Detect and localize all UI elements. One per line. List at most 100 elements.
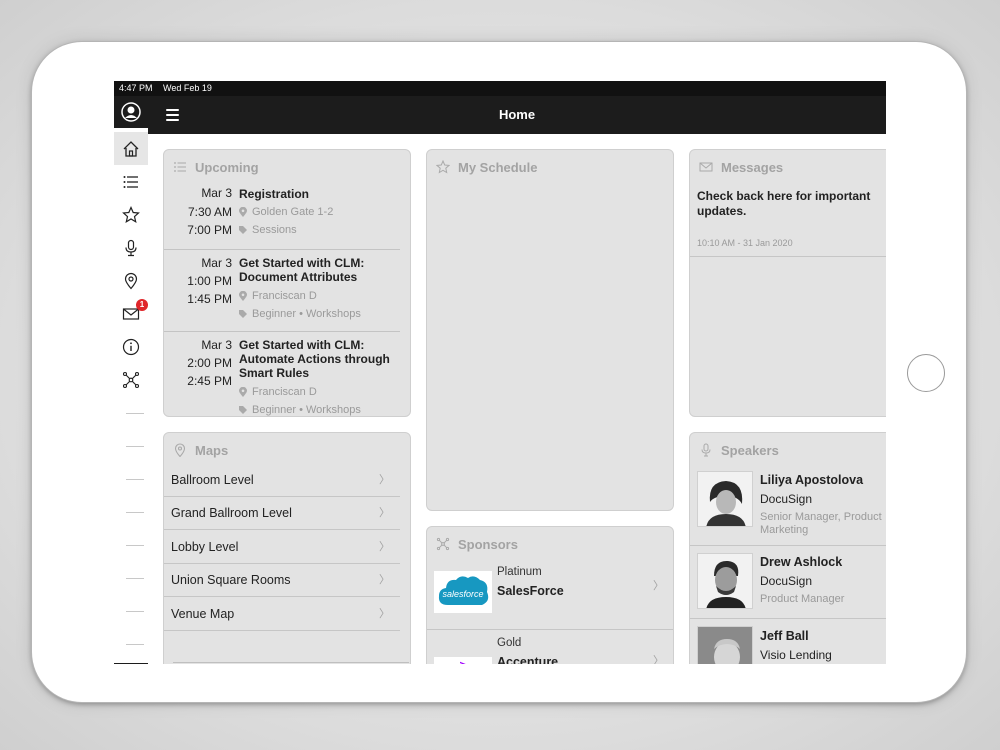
page-title: Home (498, 107, 536, 122)
rail-messages[interactable]: 1 (114, 297, 148, 330)
tag-icon (239, 226, 247, 234)
microphone-icon (701, 443, 711, 457)
upcoming-item[interactable]: Mar 3 2:00 PM 2:45 PM Get Started with C… (164, 332, 400, 416)
session-location: Franciscan D (239, 290, 317, 302)
speaker-org: DocuSign (760, 574, 813, 588)
maps-header: Maps (173, 441, 228, 459)
user-icon (121, 102, 141, 122)
location-pin-icon (239, 387, 247, 397)
status-date: Wed Feb 19 (163, 83, 212, 93)
session-end: 7:00 PM (187, 223, 232, 237)
logout-button[interactable] (114, 663, 148, 664)
tag-icon (239, 310, 247, 318)
session-end: 1:45 PM (187, 292, 232, 306)
sponsor-item[interactable]: > Gold Accenture 〉 (427, 637, 673, 664)
schedule-title: My Schedule (458, 159, 538, 175)
rail-info[interactable] (114, 330, 148, 363)
speaker-name: Liliya Apostolova (760, 473, 864, 487)
rail-network[interactable] (114, 363, 148, 396)
rail-divider (126, 578, 144, 579)
speaker-item[interactable]: Liliya Apostolova DocuSign Senior Manage… (690, 463, 886, 546)
speakers-title: Speakers (721, 442, 779, 458)
sponsor-tier: Platinum (497, 566, 542, 578)
map-item-union-square[interactable]: Union Square Rooms 〉 (164, 564, 400, 597)
home-button[interactable] (907, 354, 945, 392)
speaker-item[interactable]: Jeff Ball Visio Lending (690, 619, 886, 664)
envelope-icon (699, 162, 713, 172)
star-icon (436, 160, 450, 174)
rail-agenda[interactable] (114, 165, 148, 198)
chevron-right-icon: 〉 (653, 655, 664, 664)
chevron-right-icon: 〉 (379, 541, 390, 553)
upcoming-item[interactable]: Mar 3 7:30 AM 7:00 PM Registration Golde… (164, 186, 400, 250)
messages-header: Messages (699, 158, 783, 176)
location-pin-icon (124, 272, 138, 289)
session-start: 7:30 AM (187, 205, 232, 219)
rail-divider (126, 644, 144, 645)
microphone-icon (125, 239, 137, 256)
session-tags: Beginner • Workshops (239, 308, 361, 320)
messages-title: Messages (721, 159, 784, 175)
sponsor-tier: Gold (497, 637, 522, 649)
my-schedule-card: My Schedule (426, 149, 674, 511)
schedule-header: My Schedule (436, 158, 537, 176)
status-time: 4:47 PM (119, 83, 153, 93)
messages-badge: 1 (136, 299, 148, 311)
profile-button[interactable] (114, 96, 148, 128)
session-tags: Sessions (239, 224, 297, 236)
speaker-org: Visio Lending (760, 648, 832, 662)
rail-maps[interactable] (114, 264, 148, 297)
map-item-lobby[interactable]: Lobby Level 〉 (164, 531, 400, 564)
maps-title: Maps (195, 442, 229, 458)
speaker-org: DocuSign (760, 492, 813, 506)
message-text[interactable]: Check back here for important updates. (697, 189, 882, 219)
session-title: Get Started with CLM: Automate Actions t… (239, 338, 390, 380)
divider (173, 662, 409, 663)
speakers-card: Speakers Liliya Apostolova DocuSign Seni… (689, 432, 886, 664)
session-start: 1:00 PM (187, 274, 232, 288)
location-pin-icon (174, 443, 186, 457)
speakers-header: Speakers (699, 441, 779, 459)
avatar (697, 471, 753, 527)
location-pin-icon (239, 291, 247, 301)
speaker-name: Drew Ashlock (760, 555, 843, 569)
map-item-venue[interactable]: Venue Map 〉 (164, 598, 400, 631)
avatar (697, 553, 753, 609)
chevron-right-icon: 〉 (379, 608, 390, 620)
location-pin-icon (239, 207, 247, 217)
maps-card: Maps Ballroom Level 〉 Grand Ballroom Lev… (163, 432, 411, 664)
speaker-item[interactable]: Drew Ashlock DocuSign Product Manager (690, 546, 886, 619)
sponsors-title: Sponsors (458, 536, 518, 552)
sponsors-card: Sponsors salesforce Platinum SalesForce … (426, 526, 674, 664)
salesforce-logo: salesforce (434, 571, 492, 613)
session-date: Mar 3 (201, 338, 232, 352)
divider (690, 256, 886, 257)
info-icon (122, 338, 140, 355)
map-item-grand-ballroom[interactable]: Grand Ballroom Level 〉 (164, 497, 400, 530)
upcoming-title: Upcoming (195, 159, 259, 175)
svg-text:salesforce: salesforce (442, 589, 483, 599)
session-location: Franciscan D (239, 386, 317, 398)
speaker-name: Jeff Ball (760, 629, 809, 643)
upcoming-item[interactable]: Mar 3 1:00 PM 1:45 PM Get Started with C… (164, 250, 400, 332)
map-item-ballroom[interactable]: Ballroom Level 〉 (164, 464, 400, 497)
session-start: 2:00 PM (187, 356, 232, 370)
svg-text:>: > (459, 658, 466, 664)
session-title: Get Started with CLM: Document Attribute… (239, 256, 365, 284)
sponsor-name: Accenture (497, 655, 559, 664)
star-icon (122, 205, 140, 223)
dashboard: Upcoming Mar 3 7:30 AM 7:00 PM Registrat… (148, 134, 886, 664)
rail-divider (126, 479, 144, 480)
chevron-right-icon: 〉 (653, 580, 664, 592)
rail-favorites[interactable] (114, 198, 148, 231)
list-icon (123, 175, 138, 188)
session-date: Mar 3 (201, 256, 232, 270)
rail-home[interactable] (114, 132, 148, 165)
session-end: 2:45 PM (187, 374, 232, 388)
app-screen: 4:47 PM Wed Feb 19 1 Home Upcoming Mar 3… (114, 81, 886, 664)
sponsor-item[interactable]: salesforce Platinum SalesForce 〉 (427, 563, 673, 630)
messages-card: Messages Check back here for important u… (689, 149, 886, 417)
network-icon (436, 537, 450, 551)
rail-speakers[interactable] (114, 231, 148, 264)
tag-icon (239, 406, 247, 414)
